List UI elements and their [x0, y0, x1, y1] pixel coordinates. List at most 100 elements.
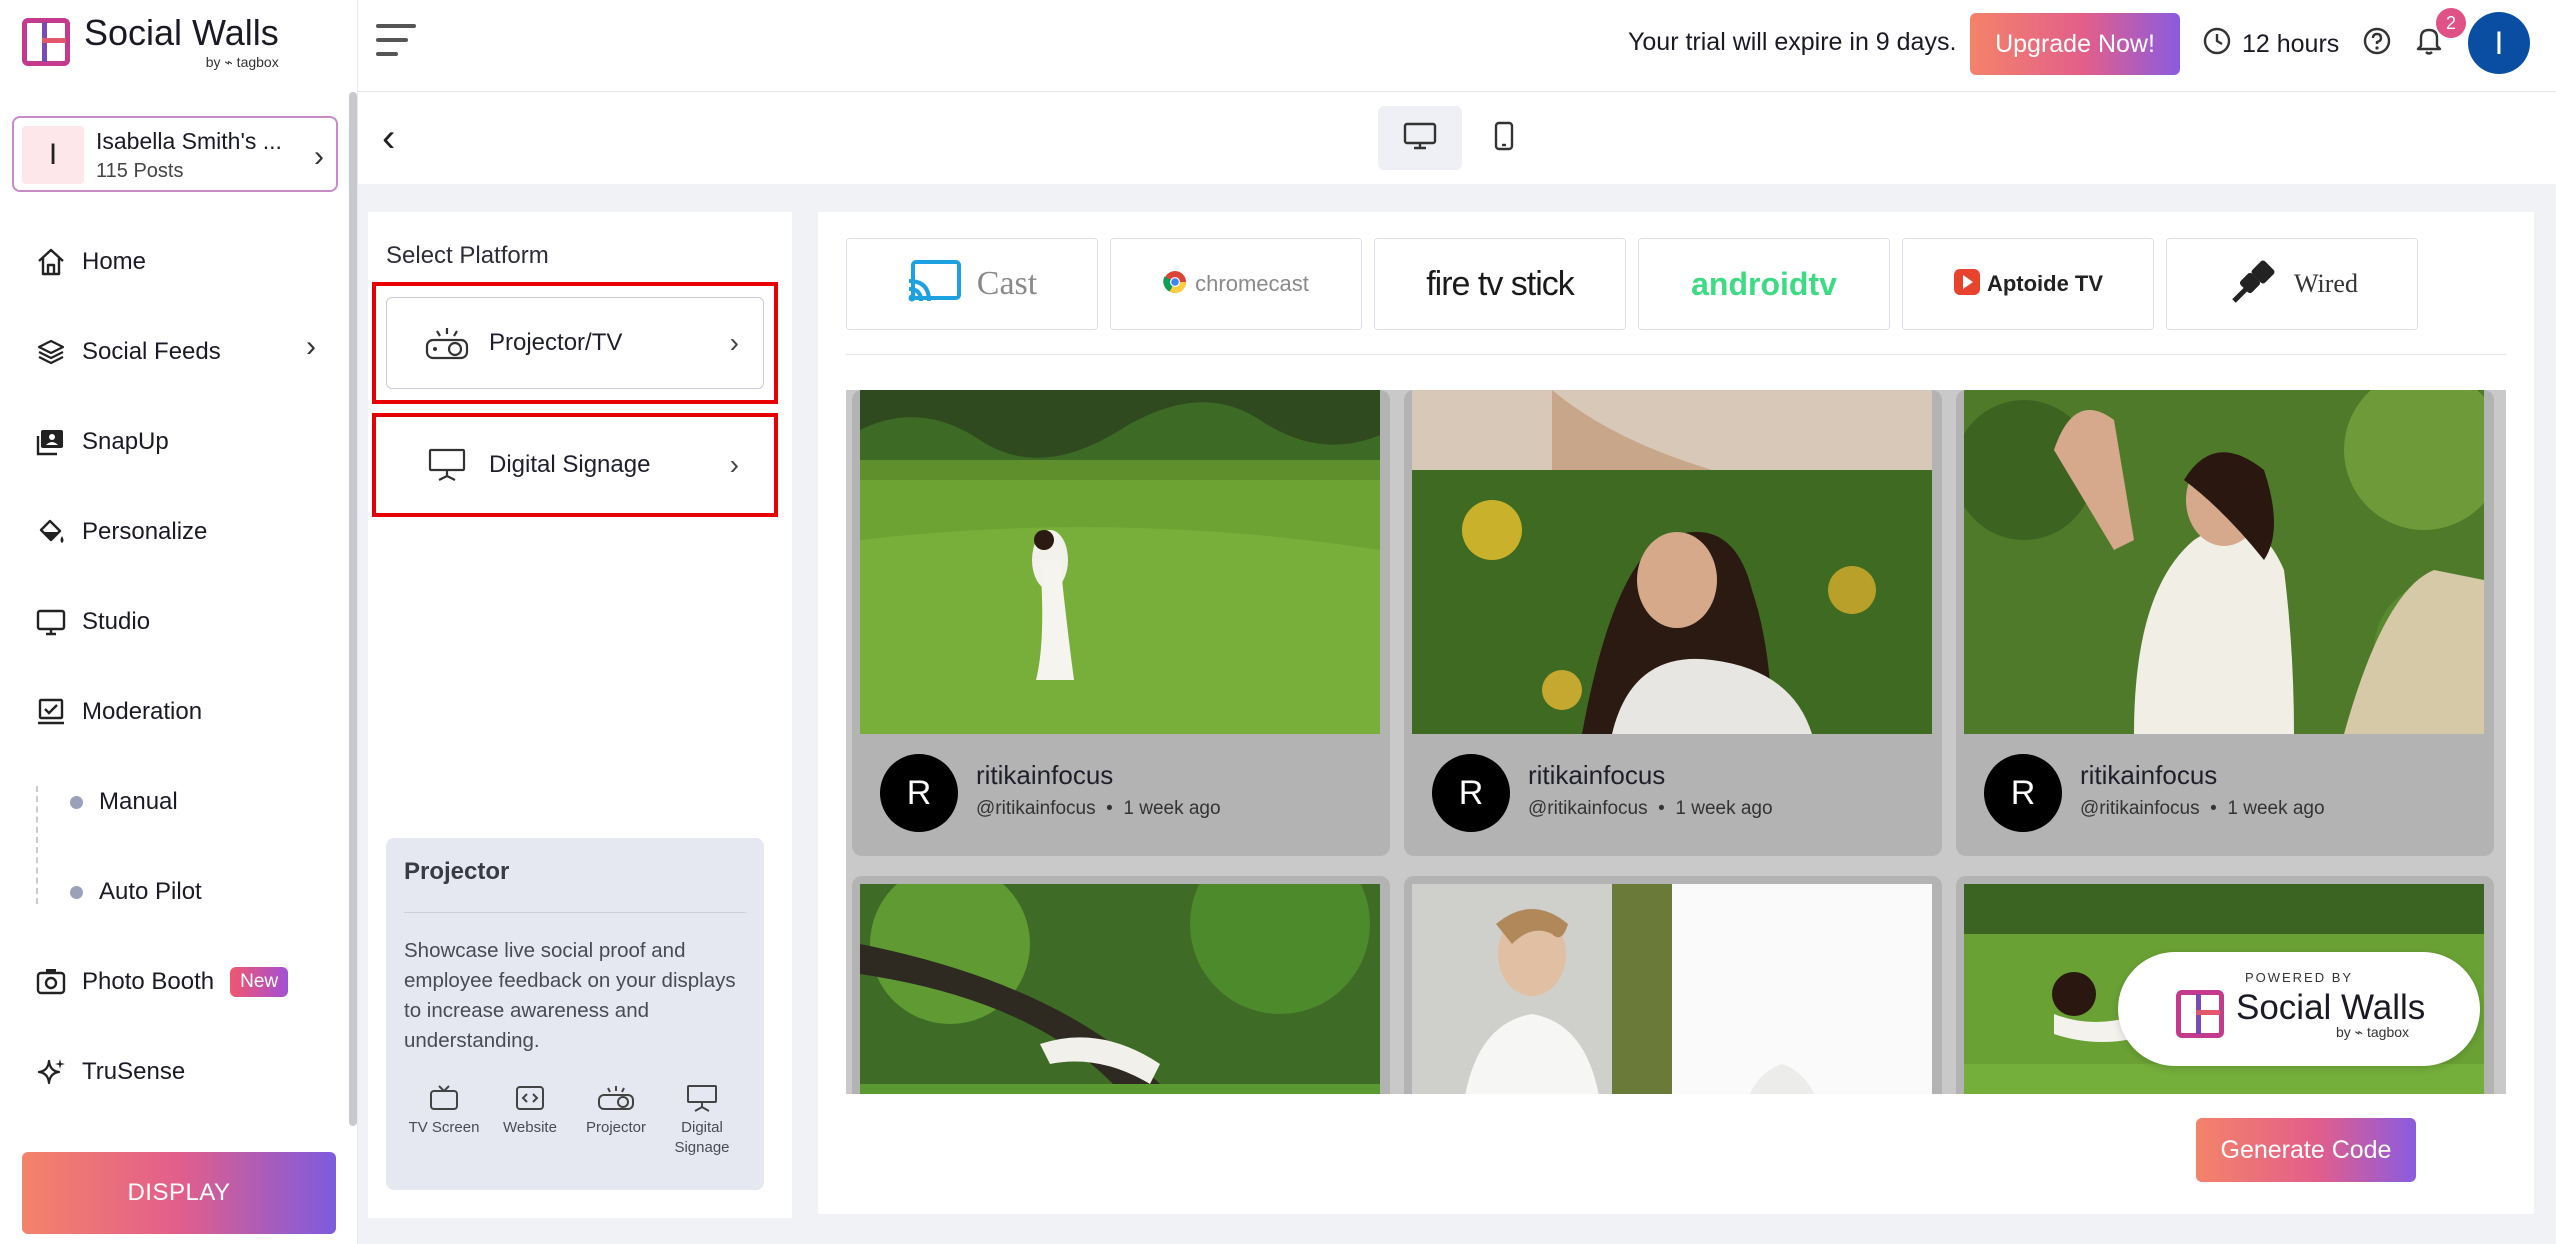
sidebar-item-studio[interactable]: Studio — [34, 600, 150, 644]
upgrade-button[interactable]: Upgrade Now! — [1970, 13, 2180, 75]
notification-count-badge: 2 — [2436, 8, 2466, 38]
tv-icon — [398, 1078, 490, 1118]
platform-info-card: Projector Showcase live social proof and… — [386, 838, 764, 1190]
powered-by-badge[interactable]: POWERED BY Social Walls by ⌁ tagbox — [2118, 952, 2480, 1066]
wall-title: Isabella Smith's ... — [96, 128, 282, 154]
sidebar-item-manual[interactable]: Manual — [70, 780, 178, 824]
platform-option-projector-tv[interactable]: Projector/TV › — [386, 297, 764, 389]
cast-option-androidtv[interactable]: androidtv — [1638, 238, 1890, 330]
projector-icon — [570, 1078, 662, 1118]
post-card[interactable]: R ritikainfocus @ritikainfocus • 1 week … — [1956, 390, 2494, 856]
info-description: Showcase live social proof and employee … — [404, 939, 736, 1052]
sidebar-item-photo-booth[interactable]: Photo Booth New — [34, 960, 289, 1004]
cast-option-wired[interactable]: Wired — [2166, 238, 2418, 330]
aptoide-icon — [1953, 268, 1981, 301]
sidebar-item-auto-pilot[interactable]: Auto Pilot — [70, 870, 202, 914]
sidebar-item-label: Home — [82, 248, 147, 275]
post-author-name: ritikainfocus — [976, 760, 1114, 790]
post-time: 1 week ago — [1123, 798, 1221, 819]
post-author-name: ritikainfocus — [1528, 760, 1666, 790]
info-projector: Projector — [570, 1078, 662, 1138]
mobile-icon — [1493, 120, 1515, 157]
aptoide-label: Aptoide TV — [1986, 271, 2104, 296]
layers-icon — [34, 335, 68, 369]
moderation-icon — [34, 695, 68, 729]
cast-icon — [907, 259, 963, 310]
signage-icon — [656, 1078, 748, 1118]
platform-option-label: Digital Signage — [489, 451, 651, 478]
help-icon[interactable] — [2362, 26, 2392, 61]
info-title: Projector — [404, 858, 510, 885]
user-avatar[interactable]: I — [2468, 12, 2530, 74]
menu-toggle-icon[interactable] — [372, 20, 418, 62]
desktop-view-toggle[interactable] — [1378, 106, 1462, 170]
time-remaining[interactable]: 12 hours — [2202, 26, 2339, 63]
post-meta: @ritikainfocus • 1 week ago — [2080, 798, 2325, 819]
post-time: 1 week ago — [2227, 798, 2325, 819]
mobile-view-toggle[interactable] — [1468, 106, 1540, 170]
chevron-right-icon: › — [306, 330, 316, 363]
info-icon-label: Projector — [585, 1119, 647, 1136]
back-arrow-icon[interactable]: ‹ — [382, 116, 395, 161]
chromecast-label: chromecast — [1195, 271, 1309, 296]
social-walls-logo-icon — [2176, 990, 2224, 1038]
divider — [404, 912, 746, 913]
sidebar-item-label: Personalize — [82, 518, 208, 545]
post-handle: @ritikainfocus — [1528, 798, 1648, 819]
sidebar-item-moderation[interactable]: Moderation — [34, 690, 202, 734]
cast-option-aptoide[interactable]: Aptoide TV — [1902, 238, 2154, 330]
info-digital-signage: Digital Signage — [656, 1078, 748, 1158]
sidebar-item-label: Auto Pilot — [99, 878, 202, 905]
sidebar-item-label: Social Feeds — [82, 338, 221, 365]
cast-label: Cast — [976, 265, 1038, 302]
post-time: 1 week ago — [1675, 798, 1773, 819]
cast-option-firetv[interactable]: fire tv stick — [1374, 238, 1626, 330]
wall-selector[interactable]: I Isabella Smith's ... 115 Posts › — [12, 116, 338, 192]
app-logo[interactable]: Social Walls by ⌁ tagbox — [22, 10, 279, 74]
post-photo — [1964, 390, 2484, 734]
cast-option-cast[interactable]: Cast — [846, 238, 1098, 330]
plug-icon — [2226, 255, 2280, 314]
post-card[interactable]: R ritikainfocus @ritikainfocus • 1 week … — [852, 390, 1390, 856]
paint-bucket-icon — [34, 515, 68, 549]
cast-option-chromecast[interactable]: chromecast — [1110, 238, 1362, 330]
androidtv-label: androidtv — [1691, 265, 1837, 302]
post-meta: @ritikainfocus • 1 week ago — [976, 798, 1221, 819]
post-photo — [1412, 884, 1932, 1094]
signage-icon — [419, 440, 475, 490]
sidebar: Social Walls by ⌁ tagbox I Isabella Smit… — [0, 0, 358, 1244]
sidebar-item-personalize[interactable]: Personalize — [34, 510, 207, 554]
camera-icon — [34, 965, 68, 999]
select-platform-heading: Select Platform — [386, 242, 549, 269]
post-handle: @ritikainfocus — [976, 798, 1096, 819]
info-icon-label: Website — [503, 1119, 557, 1136]
home-icon — [34, 245, 68, 279]
clock-icon — [2202, 26, 2232, 63]
post-card[interactable]: R ritikainfocus @ritikainfocus • 1 week … — [1404, 390, 1942, 856]
firetv-label: fire tv stick — [1426, 264, 1575, 303]
platform-option-digital-signage[interactable]: Digital Signage › — [386, 421, 764, 509]
post-card[interactable] — [852, 876, 1390, 1094]
chrome-icon — [1163, 270, 1187, 299]
chevron-right-icon: › — [729, 449, 739, 480]
powered-by-brand: Social Walls — [2236, 988, 2426, 1027]
sidebar-item-label: Moderation — [82, 698, 203, 725]
post-photo — [860, 390, 1380, 734]
post-handle: @ritikainfocus — [2080, 798, 2200, 819]
sidebar-item-snapup[interactable]: SnapUp — [34, 420, 169, 464]
display-button[interactable]: DISPLAY — [22, 1152, 336, 1234]
sidebar-item-social-feeds[interactable]: Social Feeds — [34, 330, 221, 374]
sidebar-scrollbar[interactable] — [349, 92, 357, 1126]
post-meta: @ritikainfocus • 1 week ago — [1528, 798, 1773, 819]
sidebar-item-home[interactable]: Home — [34, 240, 146, 284]
time-remaining-label: 12 hours — [2242, 30, 2340, 58]
snapup-icon — [34, 425, 68, 459]
info-icon-label: Digital Signage — [674, 1119, 730, 1156]
trial-notice: Your trial will expire in 9 days. — [1628, 28, 1957, 56]
post-author-avatar: R — [1984, 754, 2062, 832]
generate-code-button[interactable]: Generate Code — [2196, 1118, 2416, 1182]
brand-name: Social Walls — [84, 12, 279, 53]
post-photo — [860, 884, 1380, 1094]
post-card[interactable] — [1404, 876, 1942, 1094]
sidebar-item-trusense[interactable]: TruSense — [34, 1050, 185, 1094]
